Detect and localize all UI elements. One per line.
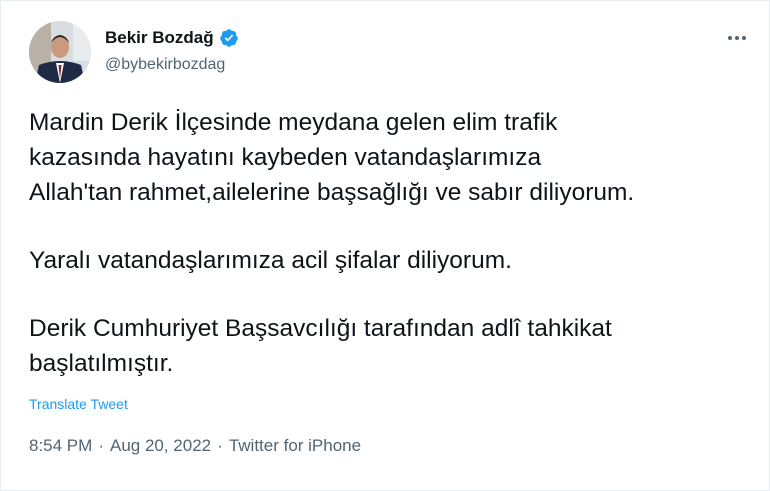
more-horizontal-icon[interactable] (724, 29, 750, 47)
tweet-date[interactable]: Aug 20, 2022 (110, 436, 211, 456)
tweet-text: Mardin Derik İlçesinde meydana gelen eli… (29, 105, 759, 381)
author-handle[interactable]: @bybekirbozdag (105, 56, 225, 74)
tweet-text-line: Derik Cumhuriyet Başsavcılığı tarafından… (29, 315, 612, 342)
translate-tweet-link[interactable]: Translate Tweet (29, 396, 128, 412)
tweet-source[interactable]: Twitter for iPhone (229, 436, 361, 456)
tweet-text-line: kazasında hayatını kaybeden vatandaşları… (29, 144, 542, 171)
author-name-row[interactable]: Bekir Bozdağ (105, 28, 239, 48)
tweet-meta: 8:54 PM · Aug 20, 2022 · Twitter for iPh… (29, 436, 361, 456)
tweet-text-line: başlatılmıştır. (29, 350, 174, 377)
meta-separator: · (217, 436, 223, 455)
tweet-text-line: Mardin Derik İlçesinde meydana gelen eli… (29, 109, 558, 136)
author-name[interactable]: Bekir Bozdağ (105, 28, 214, 48)
verified-badge-icon (219, 28, 239, 48)
meta-separator: · (98, 436, 104, 455)
avatar-photo (29, 21, 91, 83)
avatar[interactable] (29, 21, 91, 83)
tweet-text-line: Yaralı vatandaşlarımıza acil şifalar dil… (29, 247, 512, 274)
tweet-time[interactable]: 8:54 PM (29, 436, 92, 456)
tweet-text-line: Allah'tan rahmet,ailelerine başsağlığı v… (29, 179, 635, 206)
tweet-card: Bekir Bozdağ @bybekirbozdag Mardin Derik… (0, 0, 770, 491)
